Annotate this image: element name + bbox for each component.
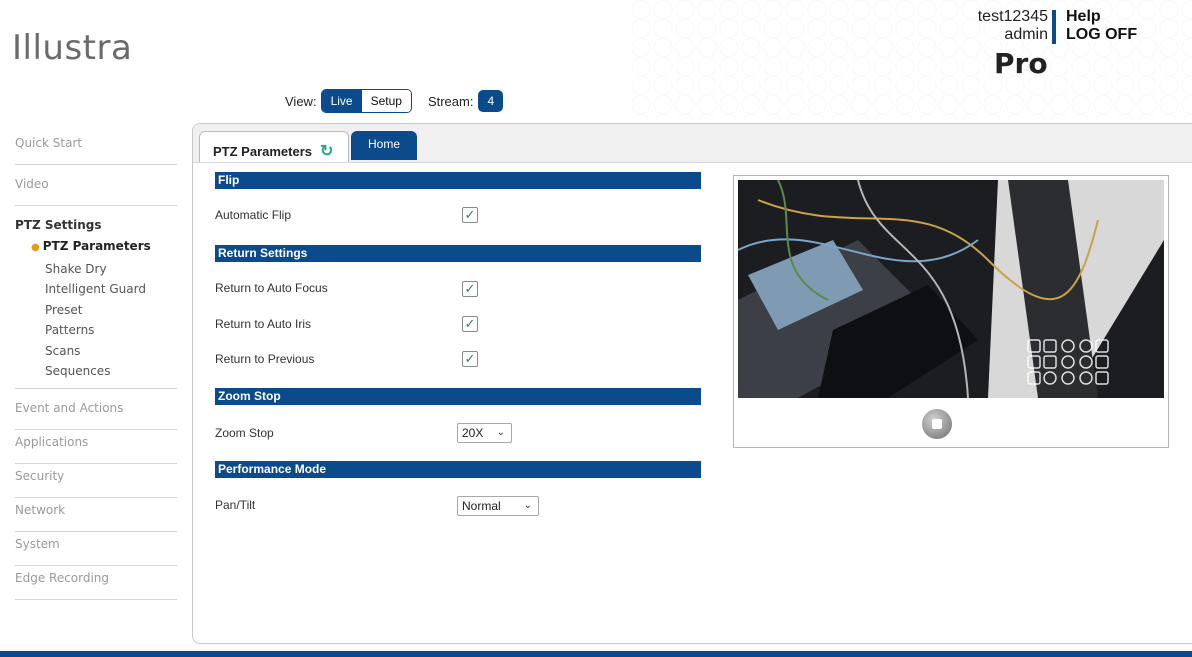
sidebar-item-network[interactable]: Network: [15, 499, 177, 532]
return-auto-iris-checkbox[interactable]: ✓: [462, 316, 478, 332]
logoff-link[interactable]: LOG OFF: [1066, 26, 1137, 44]
return-auto-focus-label: Return to Auto Focus: [215, 281, 328, 295]
video-scene: [738, 180, 1164, 398]
view-toggle: Live Setup: [320, 89, 412, 113]
pan-tilt-label: Pan/Tilt: [215, 498, 256, 512]
stream-label: Stream:: [427, 93, 474, 109]
sidebar-item-quick-start[interactable]: Quick Start: [15, 132, 177, 165]
return-previous-checkbox[interactable]: ✓: [462, 351, 478, 367]
sidebar: Quick Start Video PTZ Settings ● PTZ Para…: [15, 132, 177, 600]
automatic-flip-checkbox[interactable]: ✓: [462, 207, 478, 223]
return-auto-focus-checkbox[interactable]: ✓: [462, 281, 478, 297]
sidebar-item-video[interactable]: Video: [15, 173, 177, 206]
automatic-flip-label: Automatic Flip: [215, 208, 292, 222]
help-link[interactable]: Help: [1066, 8, 1137, 26]
pan-tilt-value: Normal: [462, 499, 501, 513]
sidebar-sub-sequences[interactable]: Sequences: [15, 361, 177, 382]
sidebar-sub-shake-dry[interactable]: Shake Dry: [15, 259, 177, 280]
stop-button[interactable]: [922, 409, 952, 439]
sidebar-group-ptz: PTZ Settings ● PTZ Parameters Shake Dry I…: [15, 214, 177, 389]
view-bar: View: Live Setup Stream: 4: [285, 89, 504, 113]
edition-label: Pro: [994, 47, 1048, 80]
sidebar-item-security[interactable]: Security: [15, 465, 177, 498]
live-video-frame: [733, 175, 1169, 448]
user-role: admin: [1004, 26, 1048, 43]
view-setup-button[interactable]: Setup: [361, 90, 411, 112]
sidebar-item-ptz-settings[interactable]: PTZ Settings: [15, 216, 177, 234]
brand-logo: Illustra: [12, 28, 133, 68]
view-live-button[interactable]: Live: [321, 90, 362, 112]
chevron-down-icon: ⌄: [496, 427, 505, 438]
tab-ptz-parameters[interactable]: PTZ Parameters ↻: [199, 131, 349, 162]
header-links: Help LOG OFF: [1066, 8, 1137, 44]
sidebar-item-edge-recording[interactable]: Edge Recording: [15, 567, 177, 600]
return-previous-label: Return to Previous: [215, 352, 315, 366]
refresh-icon[interactable]: ↻: [320, 143, 333, 160]
stream-selector[interactable]: 4: [478, 90, 504, 112]
live-video-feed[interactable]: [738, 180, 1164, 398]
sidebar-sub-scans[interactable]: Scans: [15, 341, 177, 362]
sidebar-sub-label: PTZ Parameters: [42, 239, 151, 253]
user-info: test12345 admin: [930, 8, 1048, 44]
chevron-down-icon: ⌄: [523, 500, 532, 511]
username: test12345: [977, 8, 1048, 25]
tab-label: PTZ Parameters: [213, 144, 312, 159]
zoom-stop-value: 20X: [462, 426, 484, 440]
footer-bar: [0, 651, 1192, 657]
sidebar-item-system[interactable]: System: [15, 533, 177, 566]
sidebar-item-event-actions[interactable]: Event and Actions: [15, 397, 177, 430]
view-label: View:: [285, 93, 317, 109]
sidebar-sub-ptz-parameters[interactable]: ● PTZ Parameters: [15, 236, 177, 259]
tab-strip: PTZ Parameters ↻ Home: [193, 124, 1192, 163]
sidebar-sub-preset[interactable]: Preset: [15, 300, 177, 321]
section-zoom-stop: Zoom Stop: [215, 388, 701, 405]
section-performance-mode: Performance Mode: [215, 461, 701, 478]
main-panel: PTZ Parameters ↻ Home Flip Automatic Flip…: [192, 123, 1192, 644]
zoom-stop-label: Zoom Stop: [215, 426, 274, 440]
pan-tilt-select[interactable]: Normal ⌄: [457, 496, 539, 516]
header-divider: [1052, 10, 1056, 44]
active-bullet-icon: ●: [31, 242, 40, 253]
zoom-stop-select[interactable]: 20X ⌄: [457, 423, 512, 443]
section-return-settings: Return Settings: [215, 245, 701, 262]
section-flip: Flip: [215, 172, 701, 189]
sidebar-sub-patterns[interactable]: Patterns: [15, 320, 177, 341]
sidebar-sub-intelligent-guard[interactable]: Intelligent Guard: [15, 279, 177, 300]
sidebar-item-applications[interactable]: Applications: [15, 431, 177, 464]
tab-home[interactable]: Home: [351, 131, 417, 160]
return-auto-iris-label: Return to Auto Iris: [215, 317, 312, 331]
